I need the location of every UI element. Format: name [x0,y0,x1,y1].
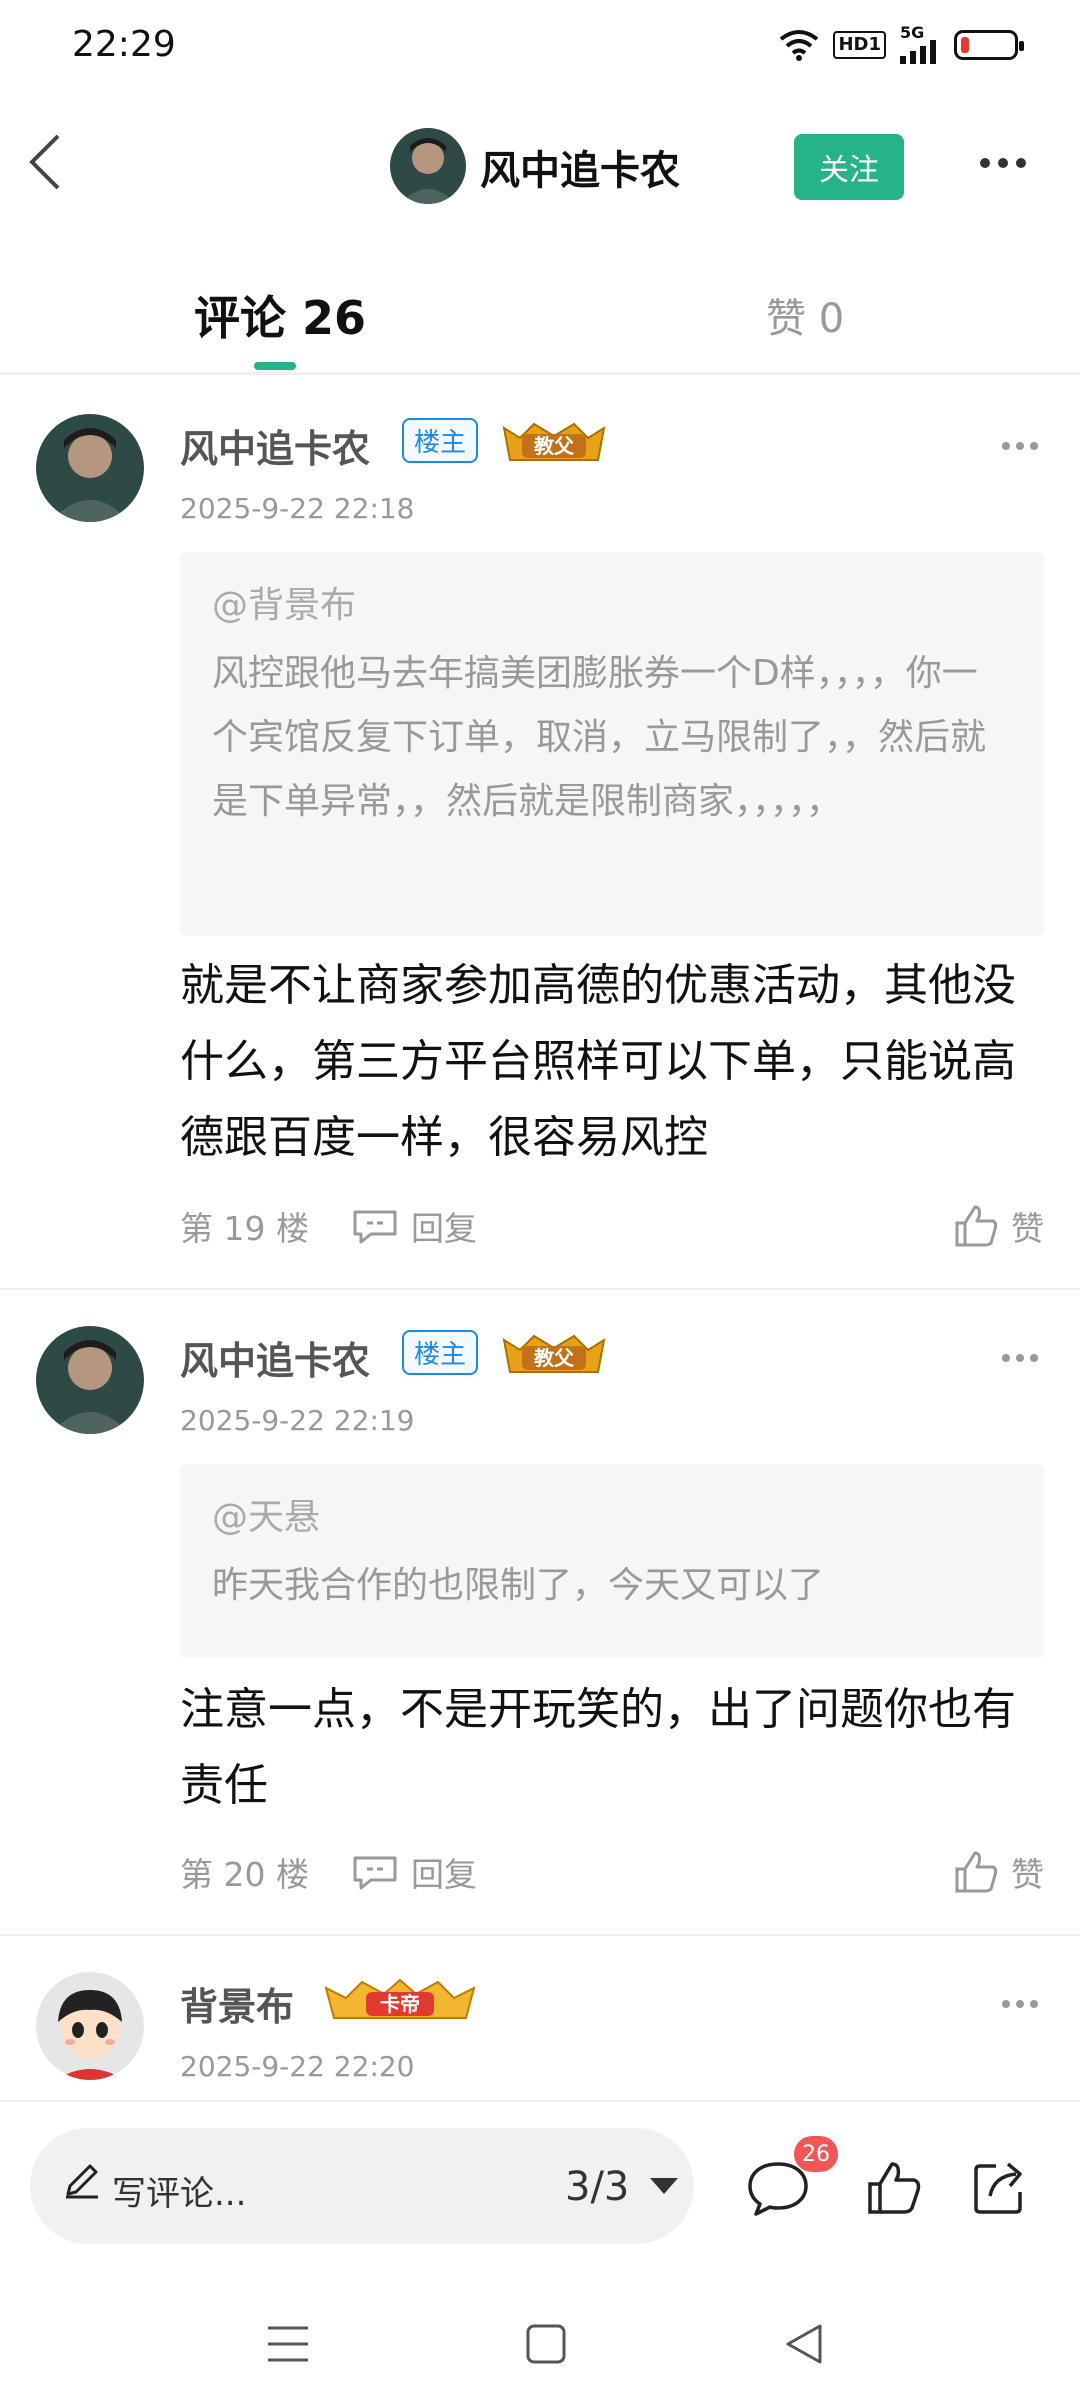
comment-more-icon[interactable] [1002,442,1038,450]
commenter-name[interactable]: 风中追卡农 [180,1330,370,1385]
op-badge: 楼主 [402,1330,479,1375]
comment-more-icon[interactable] [1002,1354,1038,1362]
reply-button[interactable]: 回复 [351,1848,477,1896]
quote-text: 风控跟他马去年搞美团膨胀券一个D样，，，，你一个宾馆反复下订单，取消，立马限制了… [212,653,987,822]
divider [0,372,1080,375]
quote-mention[interactable]: @天悬 [212,1488,1012,1540]
quoted-reply[interactable]: @天悬 昨天我合作的也限制了，今天又可以了 [180,1464,1044,1658]
status-time: 22:29 [72,24,176,65]
share-icon[interactable] [970,2158,1030,2218]
avatar[interactable] [36,1326,144,1434]
rank-badge-crown-icon: 教父 [502,422,606,461]
signal-icon: 5G [900,23,940,64]
quote-text: 昨天我合作的也限制了，今天又可以了 [212,1565,825,1606]
comment-body: 就是不让商家参加高德的优惠活动，其他没什么，第三方平台照样可以下单，只能说高德跟… [180,960,1016,1163]
back-button[interactable] [26,132,76,202]
menu-icon[interactable] [264,2322,312,2366]
quote-mention[interactable]: @背景布 [212,576,1012,628]
op-badge: 楼主 [402,418,479,463]
comment-footer: 第 19 楼 回复 赞 [180,1202,1044,1250]
wifi-icon [780,30,819,61]
rank-badge-text: 教父 [534,1346,575,1370]
pencil-icon [66,2164,98,2199]
tab-active-indicator [254,362,296,370]
hd-badge: HD1 [833,31,886,59]
comment-count-badge: 26 [794,2136,838,2172]
battery-icon [954,30,1024,60]
like-label: 赞 [1011,1209,1044,1248]
avatar[interactable] [36,414,144,522]
rank-badge-crown-icon: 卡帝 [324,1978,476,2019]
thumbs-up-icon [955,1205,998,1247]
comment-time: 2025-9-22 22:20 [180,2050,415,2083]
author-avatar[interactable] [390,128,466,204]
like-button[interactable]: 赞 [953,1848,1044,1896]
comment-footer: 第 20 楼 回复 赞 [180,1848,1044,1896]
thumbs-up-icon[interactable] [866,2158,922,2218]
like-label: 赞 [1011,1855,1044,1894]
reply-label: 回复 [410,1209,477,1248]
reply-icon [353,1856,397,1890]
chevron-left-icon [29,134,60,190]
tab-likes[interactable]: 赞 0 [766,286,844,344]
floor-number: 第 20 楼 [180,1855,309,1894]
author-name[interactable]: 风中追卡农 [480,138,680,196]
comment-more-icon[interactable] [1002,2000,1038,2008]
rank-badge-text: 卡帝 [380,1992,420,2016]
comment-body: 注意一点，不是开玩笑的，出了问题你也有责任 [180,1684,1016,1811]
network-label: 5G [900,23,925,42]
home-icon[interactable] [524,2322,568,2366]
follow-button[interactable]: 关注 [794,134,904,200]
reply-icon [353,1210,397,1244]
battery-level [961,37,969,53]
avatar[interactable] [36,1972,144,2080]
floor-number: 第 19 楼 [180,1209,309,1248]
divider [0,1288,1080,1290]
reply-button[interactable]: 回复 [351,1202,477,1250]
write-comment-placeholder[interactable]: 写评论... [112,2166,246,2215]
more-options-icon[interactable] [980,158,1026,168]
comment-time: 2025-9-22 22:19 [180,1404,415,1437]
back-triangle-icon[interactable] [782,2322,826,2366]
tab-comments[interactable]: 评论 26 [194,282,366,348]
like-button[interactable]: 赞 [953,1202,1044,1250]
caret-down-icon[interactable] [650,2178,678,2194]
thumbs-up-icon [955,1851,998,1893]
page-indicator[interactable]: 3/3 [565,2164,629,2210]
reply-label: 回复 [410,1855,477,1894]
commenter-name[interactable]: 风中追卡农 [180,418,370,473]
rank-badge-crown-icon: 教父 [502,1334,606,1373]
rank-badge-text: 教父 [534,434,575,458]
divider [0,1934,1080,1936]
commenter-name[interactable]: 背景布 [180,1976,294,2031]
status-icons: HD1 5G [779,23,1024,64]
comment-time: 2025-9-22 22:18 [180,492,415,525]
quoted-reply[interactable]: @背景布 风控跟他马去年搞美团膨胀券一个D样，，，，你一个宾馆反复下订单，取消，… [180,552,1044,936]
